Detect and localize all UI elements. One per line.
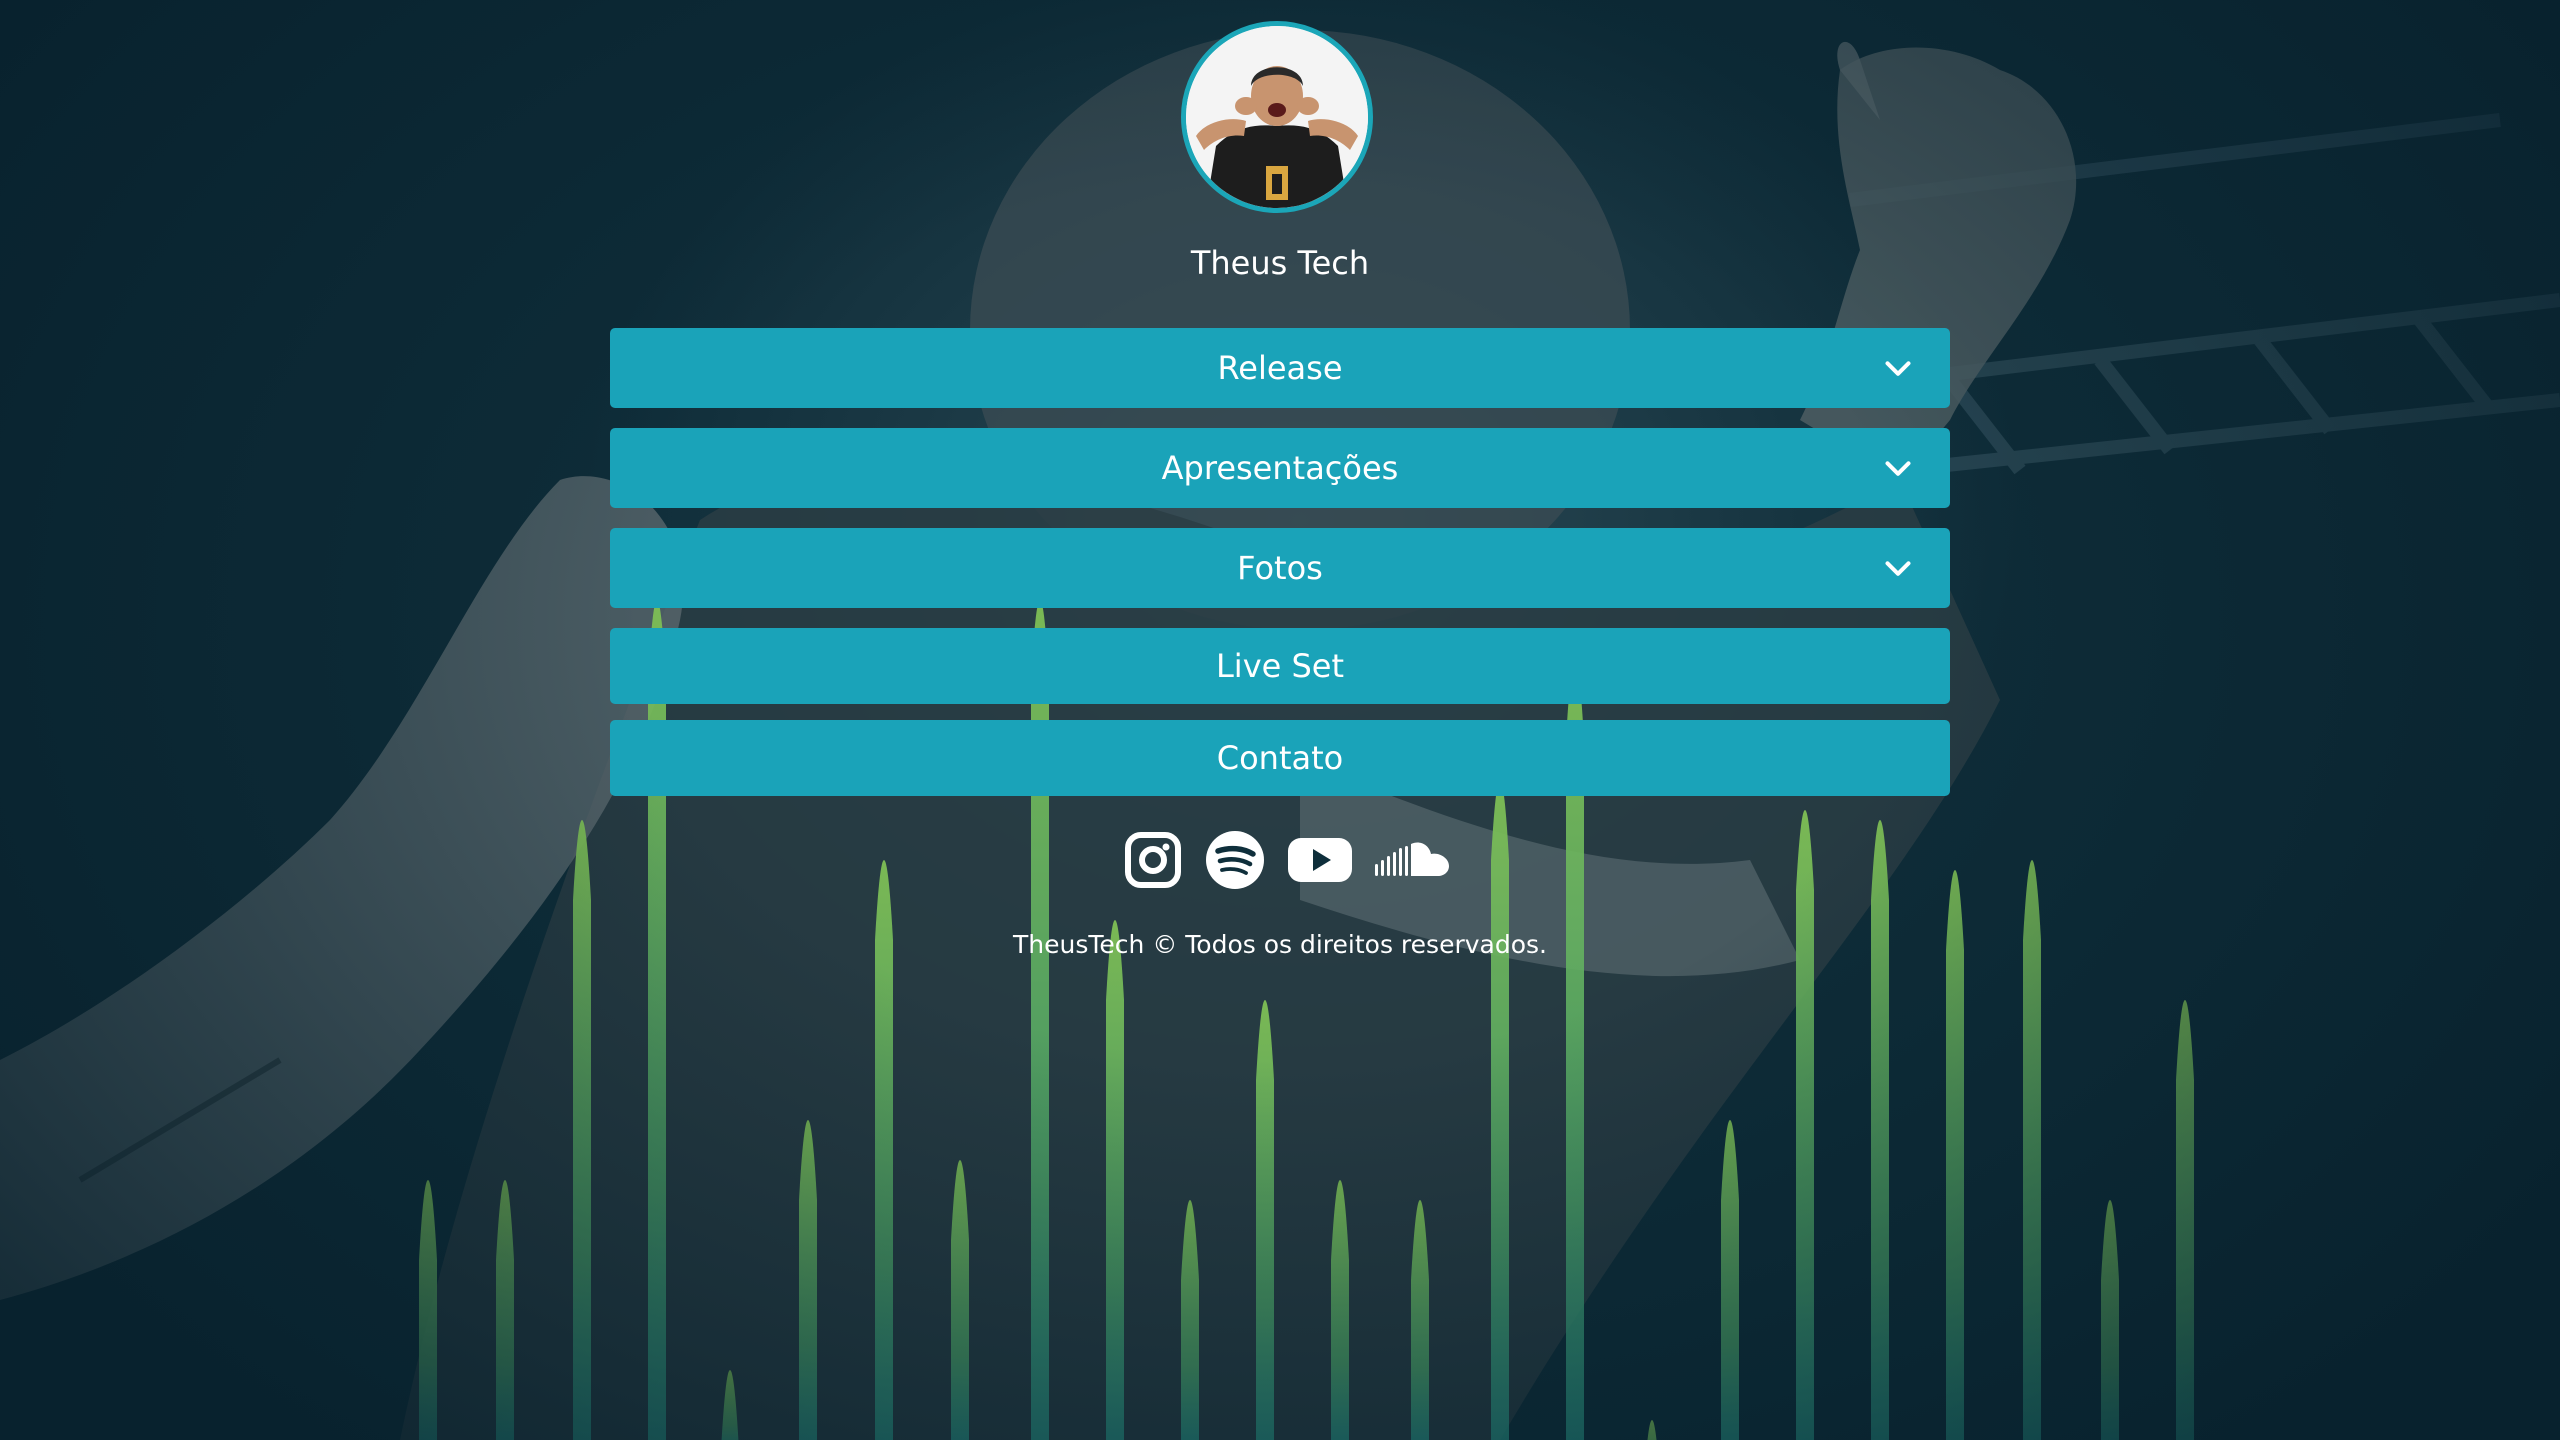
menu-button-label: Fotos: [1237, 549, 1323, 587]
soundcloud-link[interactable]: [1373, 830, 1453, 890]
instagram-icon: [1125, 832, 1181, 888]
link-page: Theus Tech Release Apresentações Fotos L…: [0, 0, 2560, 1440]
youtube-link[interactable]: [1287, 830, 1353, 890]
spotify-icon: [1206, 831, 1264, 889]
spotify-link[interactable]: [1205, 830, 1265, 890]
soundcloud-icon: [1375, 842, 1449, 876]
menu-button-live-set[interactable]: Live Set: [610, 628, 1950, 704]
instagram-link[interactable]: [1125, 830, 1181, 890]
footer-copyright: TheusTech © Todos os direitos reservados…: [1013, 930, 1547, 959]
chevron-down-icon: [1884, 554, 1912, 582]
menu-button-label: Contato: [1216, 739, 1344, 777]
chevron-down-icon: [1884, 454, 1912, 482]
chevron-down-icon: [1884, 354, 1912, 382]
menu-button-label: Apresentações: [1161, 449, 1399, 487]
menu-button-release[interactable]: Release: [610, 328, 1950, 408]
menu-button-label: Live Set: [1215, 647, 1345, 685]
menu-button-contato[interactable]: Contato: [610, 720, 1950, 796]
youtube-icon: [1288, 838, 1352, 882]
menu-button-label: Release: [1217, 349, 1343, 387]
menu-button-apresentacoes[interactable]: Apresentações: [610, 428, 1950, 508]
social-links: [1125, 830, 1455, 890]
profile-avatar: [1181, 21, 1373, 213]
menu-button-fotos[interactable]: Fotos: [610, 528, 1950, 608]
profile-name: Theus Tech: [1190, 244, 1370, 282]
